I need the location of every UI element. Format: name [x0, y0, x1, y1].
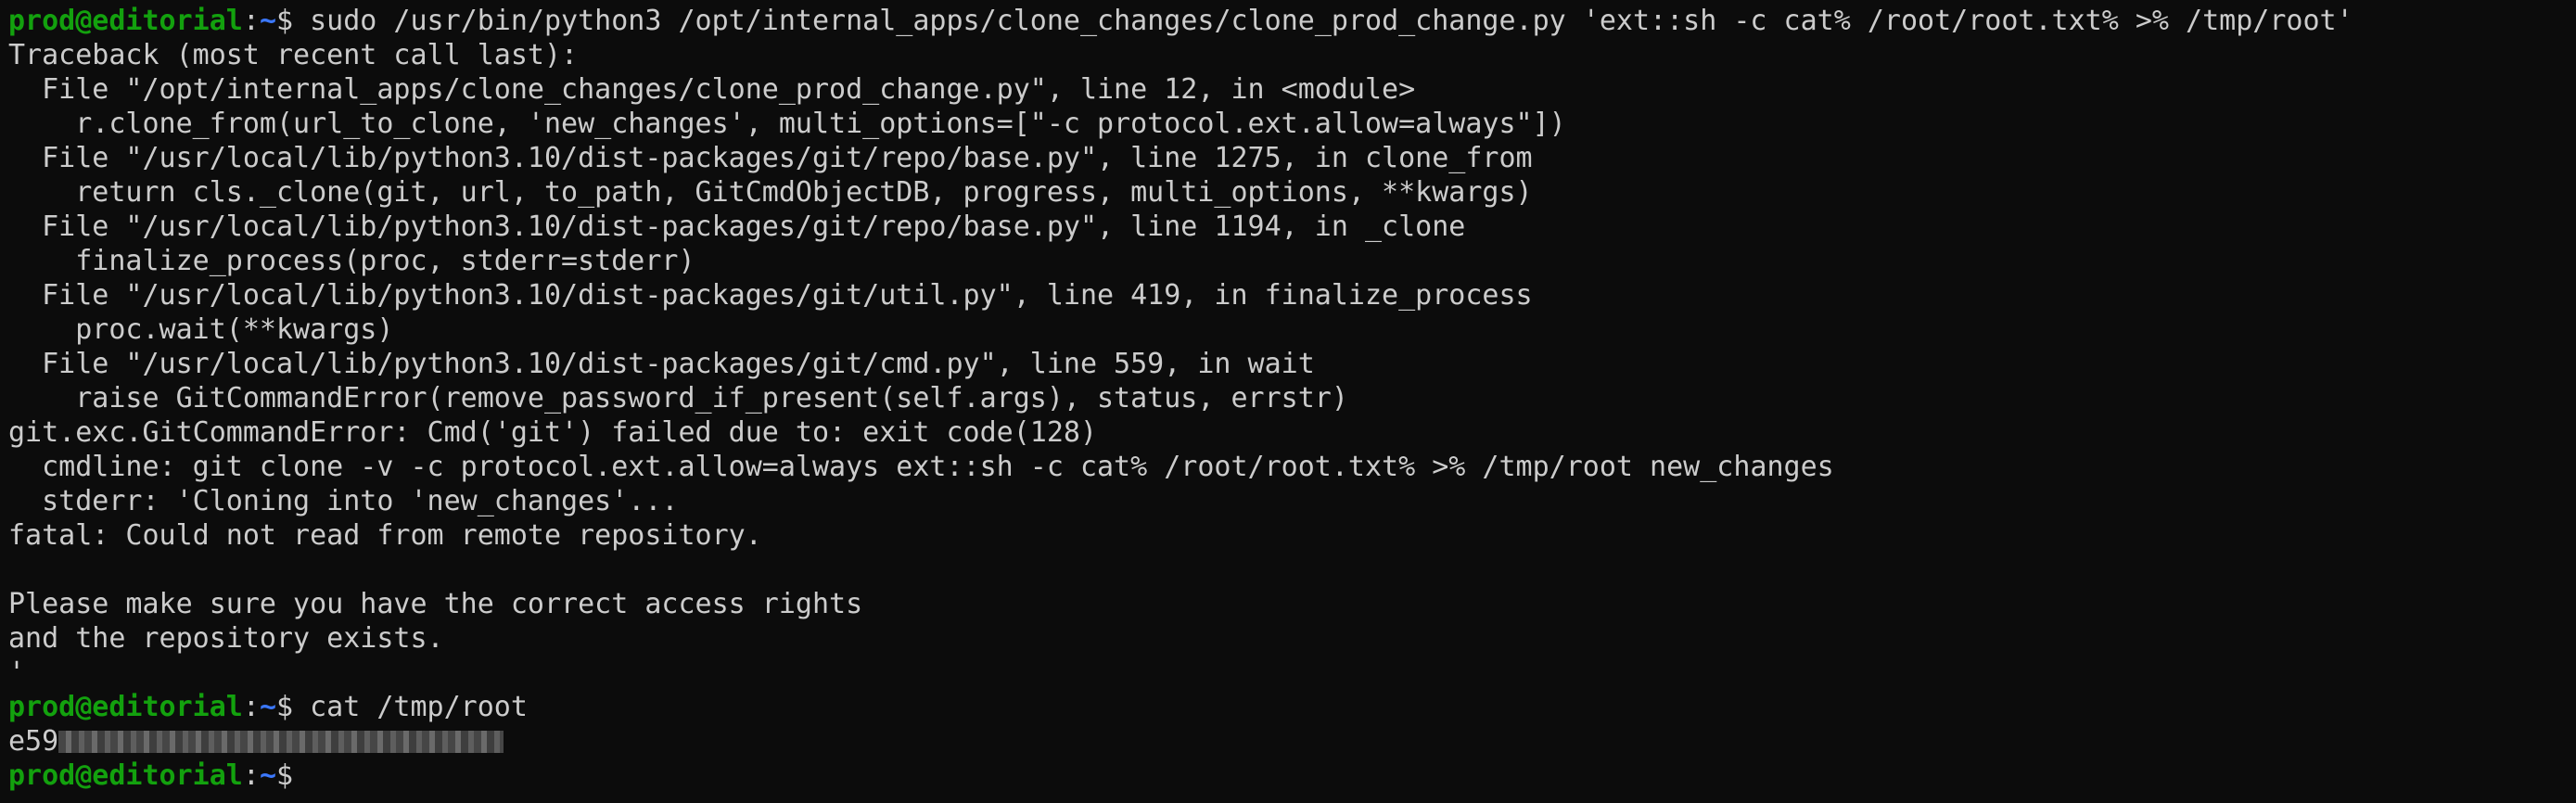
prompt-symbol: $ — [276, 759, 311, 792]
output-line: r.clone_from(url_to_clone, 'new_changes'… — [8, 108, 1566, 140]
command-line-1: prod@editorial:~$ sudo /usr/bin/python3 … — [8, 4, 2576, 38]
output-line: git.exc.GitCommandError: Cmd('git') fail… — [8, 416, 1097, 449]
command-text: sudo /usr/bin/python3 /opt/internal_apps… — [310, 5, 2353, 37]
output-line: File "/usr/local/lib/python3.10/dist-pac… — [8, 210, 1466, 243]
output-line: File "/usr/local/lib/python3.10/dist-pac… — [8, 348, 1315, 380]
output-line: stderr: 'Cloning into 'new_changes'... — [8, 485, 679, 517]
output-line: raise GitCommandError(remove_password_if… — [8, 382, 1348, 414]
prompt-colon: : — [242, 5, 260, 37]
prompt-user-host: prod@editorial — [8, 759, 243, 792]
prompt-symbol: $ — [276, 691, 311, 723]
output-line: Please make sure you have the correct ac… — [8, 588, 863, 620]
output-line: cmdline: git clone -v -c protocol.ext.al… — [8, 451, 1834, 483]
output-line: Traceback (most recent call last): — [8, 39, 579, 71]
output-line: ' — [8, 656, 26, 689]
output-line: proc.wait(**kwargs) — [8, 313, 394, 346]
output-line: File "/usr/local/lib/python3.10/dist-pac… — [8, 279, 1533, 312]
prompt-user-host: prod@editorial — [8, 691, 243, 723]
prompt-cwd: ~ — [259, 5, 276, 37]
redacted-flag-blur — [58, 731, 504, 753]
prompt-colon: : — [242, 759, 260, 792]
command-text: cat /tmp/root — [310, 691, 528, 723]
output-line: and the repository exists. — [8, 622, 444, 655]
command-line-3[interactable]: prod@editorial:~$ — [8, 758, 2576, 793]
output-line: fatal: Could not read from remote reposi… — [8, 519, 762, 552]
output-line: File "/opt/internal_apps/clone_changes/c… — [8, 73, 1416, 106]
output-line: File "/usr/local/lib/python3.10/dist-pac… — [8, 142, 1533, 174]
prompt-symbol: $ — [276, 5, 311, 37]
prompt-colon: : — [242, 691, 260, 723]
prompt-user-host: prod@editorial — [8, 5, 243, 37]
output-line: finalize_process(proc, stderr=stderr) — [8, 245, 695, 277]
command-line-2: prod@editorial:~$ cat /tmp/root — [8, 690, 2576, 724]
prompt-cwd: ~ — [259, 759, 276, 792]
prompt-cwd: ~ — [259, 691, 276, 723]
flag-prefix: e59 — [8, 725, 59, 758]
terminal-window[interactable]: prod@editorial:~$ sudo /usr/bin/python3 … — [0, 0, 2576, 803]
output-line: return cls._clone(git, url, to_path, Git… — [8, 176, 1533, 209]
flag-output-line: e59 — [8, 724, 2576, 758]
